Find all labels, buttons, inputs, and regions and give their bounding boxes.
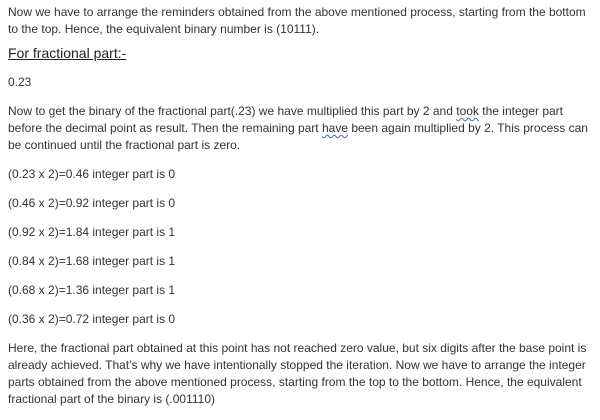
- conclusion-paragraph: Here, the fractional part obtained at th…: [8, 341, 587, 406]
- step-line: (0.84 x 2)=1.68 integer part is 1: [8, 254, 176, 268]
- section-heading: For fractional part:-: [8, 45, 127, 61]
- step-list: (0.23 x 2)=0.46 integer part is 0 (0.46 …: [8, 166, 594, 328]
- step-line: (0.46 x 2)=0.92 integer part is 0: [8, 196, 176, 210]
- explanation-text-1: Now to get the binary of the fractional …: [8, 104, 457, 118]
- step-line: (0.23 x 2)=0.46 integer part is 0: [8, 167, 176, 181]
- step-line: (0.92 x 2)=1.84 integer part is 1: [8, 225, 176, 239]
- intro-paragraph: Now we have to arrange the reminders obt…: [8, 5, 586, 36]
- spellcheck-word-took[interactable]: took: [456, 104, 479, 118]
- step-line: (0.36 x 2)=0.72 integer part is 0: [8, 312, 176, 326]
- step-line: (0.68 x 2)=1.36 integer part is 1: [8, 283, 176, 297]
- document-body: Now we have to arrange the reminders obt…: [8, 4, 594, 408]
- fraction-value: 0.23: [8, 75, 32, 89]
- spellcheck-word-have[interactable]: have: [322, 121, 348, 135]
- explanation-paragraph: Now to get the binary of the fractional …: [8, 103, 594, 154]
